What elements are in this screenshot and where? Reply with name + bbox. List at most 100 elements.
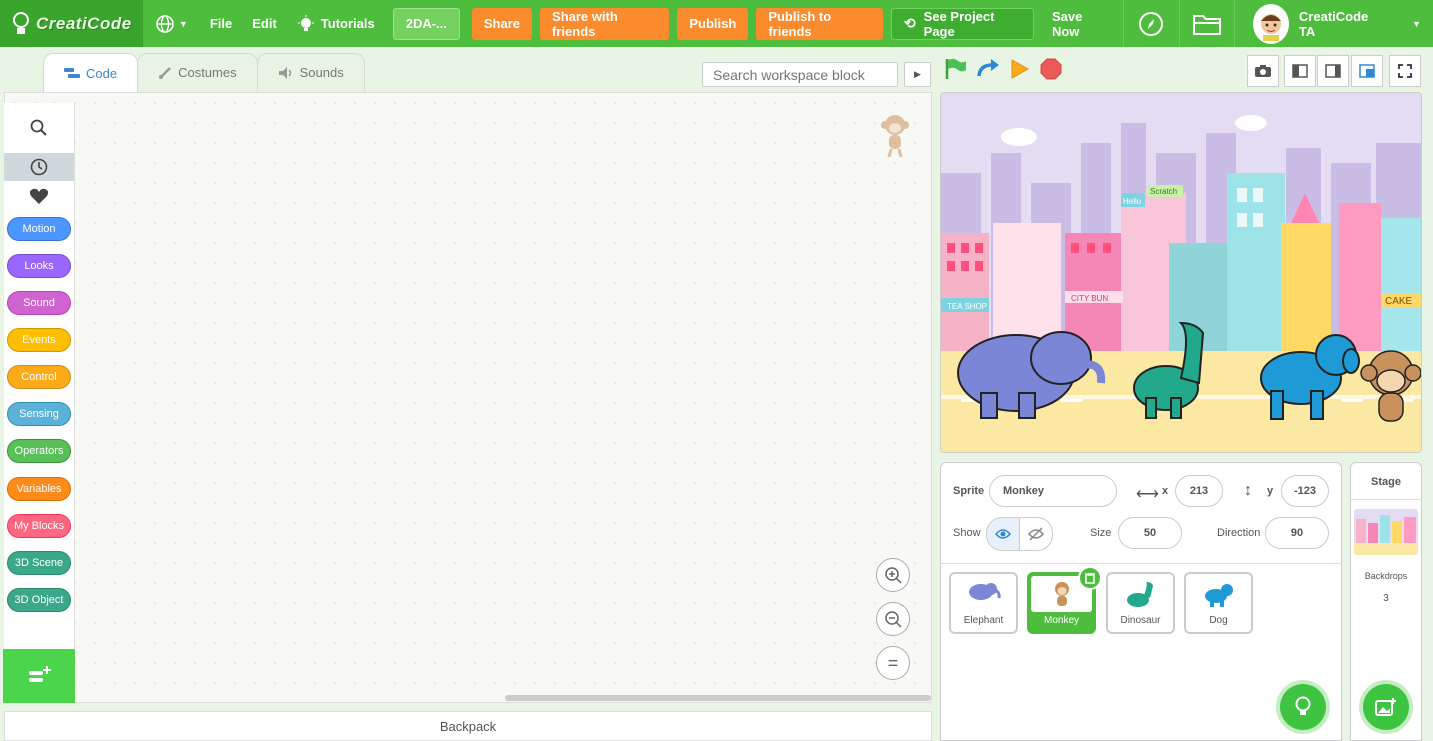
- layout-left-icon: [1292, 64, 1308, 78]
- remix-icon: ⟲: [903, 15, 916, 31]
- speaker-icon: [278, 66, 291, 79]
- zoom-in-icon: [885, 567, 902, 584]
- category-operators[interactable]: Operators: [7, 439, 71, 463]
- sprite-tile-dog[interactable]: Dog: [1184, 572, 1253, 634]
- tea-shop-sign: TEA SHOP: [947, 302, 987, 311]
- chevron-down-icon: ▼: [1412, 18, 1422, 29]
- show-visible-button[interactable]: [986, 517, 1020, 551]
- favorites-button[interactable]: [4, 183, 74, 209]
- add-extension-button[interactable]: [3, 649, 75, 703]
- sprite-label: Sprite: [953, 485, 985, 497]
- delete-sprite-button[interactable]: [1078, 566, 1102, 590]
- zoom-in-button[interactable]: [876, 558, 910, 592]
- category-motion[interactable]: Motion: [7, 217, 71, 241]
- y-coordinate-input[interactable]: -123: [1281, 475, 1329, 507]
- creaticode-logo[interactable]: CreatiCode: [0, 0, 143, 47]
- top-menu-bar: CreatiCode ▼ File Edit Tutorials 2DA-...…: [0, 0, 1433, 47]
- equals-icon: =: [887, 652, 899, 673]
- tab-code[interactable]: Code: [43, 53, 139, 92]
- fullscreen-button[interactable]: [1389, 55, 1421, 87]
- dog-thumbnail-icon: [1204, 584, 1233, 607]
- category-my-blocks[interactable]: My Blocks: [7, 514, 71, 538]
- tab-sounds[interactable]: Sounds: [256, 53, 365, 91]
- redo-arrow-icon: [977, 59, 999, 77]
- normal-stage-button[interactable]: [1317, 55, 1349, 87]
- category-looks[interactable]: Looks: [7, 254, 71, 278]
- green-flag-button[interactable]: [944, 58, 968, 85]
- edit-menu[interactable]: Edit: [242, 0, 287, 47]
- choose-backdrop-button[interactable]: [1363, 684, 1409, 730]
- explore-button[interactable]: [1124, 0, 1178, 47]
- category-events[interactable]: Events: [7, 328, 71, 352]
- workspace-search-input[interactable]: [702, 62, 898, 87]
- tab-code-label: Code: [86, 65, 118, 81]
- category-sensing[interactable]: Sensing: [7, 402, 71, 426]
- add-backdrop-icon: [1375, 698, 1396, 716]
- stage-canvas[interactable]: TEA SHOP CITY BUN CAKE Hello Scratch: [940, 92, 1422, 453]
- run-turbo-button[interactable]: [1010, 58, 1030, 85]
- sprite-tile-elephant[interactable]: Elephant: [949, 572, 1018, 634]
- large-stage-button[interactable]: [1351, 55, 1383, 87]
- fullscreen-icon: [1398, 64, 1412, 78]
- user-avatar-icon: [1260, 13, 1281, 41]
- zoom-out-button[interactable]: [876, 602, 910, 636]
- direction-input[interactable]: 90: [1265, 517, 1329, 549]
- category-control[interactable]: Control: [7, 365, 71, 389]
- divider: [1351, 499, 1421, 500]
- file-menu[interactable]: File: [200, 0, 242, 47]
- save-now-button[interactable]: Save Now: [1038, 0, 1123, 47]
- sprite-tile-dinosaur[interactable]: Dinosaur: [1106, 572, 1175, 634]
- heart-icon: [29, 188, 49, 204]
- see-project-page-button[interactable]: ⟲ See Project Page: [890, 7, 1034, 40]
- tutorials-menu[interactable]: Tutorials: [287, 0, 385, 47]
- backdrops-label: Backdrops: [1364, 571, 1408, 581]
- layout-large-icon: [1359, 64, 1375, 78]
- see-project-label: See Project Page: [923, 8, 995, 39]
- palette-search-button[interactable]: [4, 113, 74, 143]
- sprite-name-input[interactable]: Monkey: [989, 475, 1117, 507]
- stop-button[interactable]: [1040, 58, 1062, 85]
- screenshot-button[interactable]: [1247, 55, 1279, 87]
- small-stage-button[interactable]: [1284, 55, 1316, 87]
- eye-icon: [995, 529, 1011, 539]
- city-bun-sign: CITY BUN: [1071, 294, 1108, 303]
- zoom-out-icon: [885, 611, 902, 628]
- search-go-button[interactable]: ▶: [904, 62, 931, 87]
- redo-button[interactable]: [976, 58, 1000, 85]
- search-icon: [30, 119, 47, 136]
- category-variables[interactable]: Variables: [7, 477, 71, 501]
- share-with-friends-button[interactable]: Share with friends: [540, 7, 670, 40]
- avatar: [1252, 3, 1289, 44]
- username: CreatiCode TA: [1298, 8, 1369, 39]
- block-palette: Motion Looks Sound Events Control Sensin…: [3, 103, 75, 703]
- horizontal-scrollbar[interactable]: [505, 695, 931, 701]
- zoom-reset-button[interactable]: =: [876, 646, 910, 680]
- category-3d-scene[interactable]: 3D Scene: [7, 551, 71, 575]
- my-stuff-button[interactable]: [1179, 0, 1233, 47]
- backpack-panel[interactable]: Backpack: [4, 711, 932, 741]
- sprite-tile-monkey[interactable]: Monkey: [1027, 566, 1102, 634]
- stage-thumbnail[interactable]: [1354, 509, 1418, 555]
- code-workspace[interactable]: [4, 92, 932, 703]
- user-account-menu[interactable]: CreatiCode TA ▼: [1235, 0, 1433, 47]
- cake-sign: CAKE: [1385, 296, 1413, 307]
- category-3d-object[interactable]: 3D Object: [7, 588, 71, 612]
- layout-right-icon: [1325, 64, 1341, 78]
- tab-costumes[interactable]: Costumes: [137, 53, 258, 91]
- x-coordinate-input[interactable]: 213: [1175, 475, 1223, 507]
- share-button[interactable]: Share: [471, 7, 533, 40]
- size-input[interactable]: 50: [1118, 517, 1182, 549]
- horizontal-arrows-icon: ⟷: [1136, 486, 1159, 503]
- project-title-field[interactable]: 2DA-...: [392, 7, 460, 40]
- publish-button[interactable]: Publish: [677, 7, 749, 40]
- tab-costumes-label: Costumes: [178, 65, 237, 80]
- scratch-sign: Scratch: [1150, 187, 1177, 196]
- show-hidden-button[interactable]: [1019, 517, 1053, 551]
- language-menu[interactable]: ▼: [143, 0, 200, 47]
- choose-sprite-button[interactable]: [1280, 684, 1326, 730]
- recent-blocks-button[interactable]: [4, 153, 74, 181]
- play-icon: [1011, 59, 1030, 79]
- tutorials-label: Tutorials: [320, 16, 375, 31]
- publish-to-friends-button[interactable]: Publish to friends: [756, 7, 883, 40]
- category-sound[interactable]: Sound: [7, 291, 71, 315]
